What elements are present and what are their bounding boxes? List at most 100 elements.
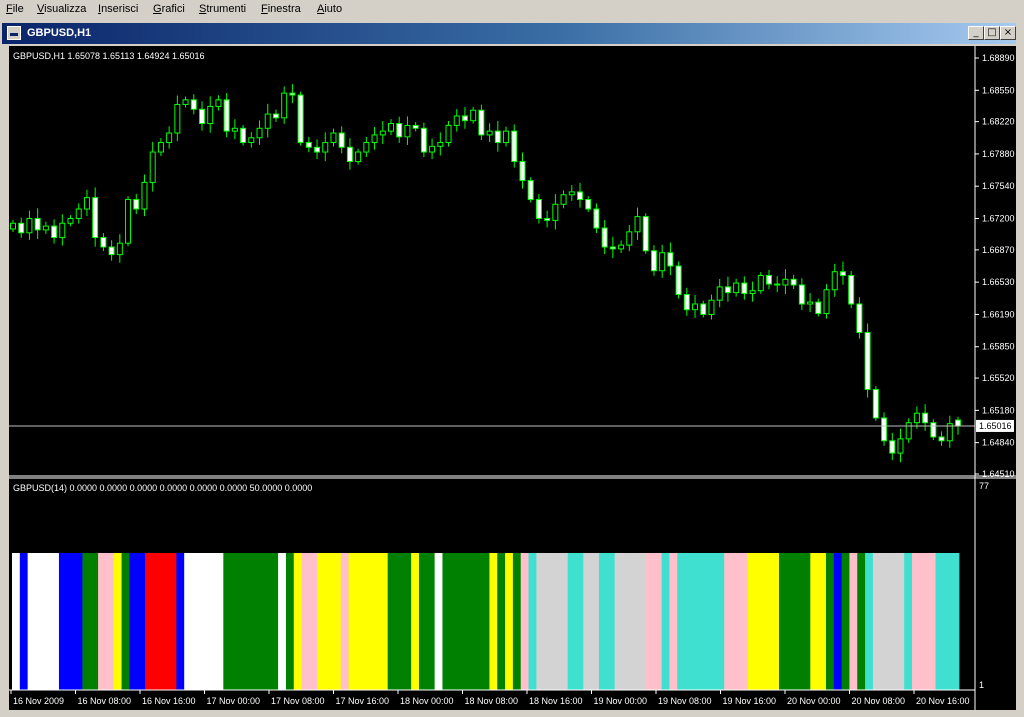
- x-tick-label: 20 Nov 00:00: [787, 696, 841, 706]
- indicator-bar: [215, 553, 224, 690]
- candle-body: [92, 197, 99, 239]
- menu-finestra[interactable]: Finestra: [261, 3, 301, 15]
- indicator-bar: [708, 553, 717, 690]
- candle-body: [922, 412, 929, 424]
- indicator-bar: [90, 553, 99, 690]
- indicator-bar: [739, 553, 749, 690]
- candle-body: [552, 203, 559, 221]
- x-tick-label: 19 Nov 00:00: [594, 696, 648, 706]
- x-tick-label: 19 Nov 08:00: [658, 696, 712, 706]
- indicator-bar: [677, 553, 686, 690]
- candle-body: [905, 422, 912, 440]
- x-tick-label: 16 Nov 16:00: [142, 696, 196, 706]
- candle-body: [149, 151, 156, 183]
- candle-body: [67, 218, 74, 224]
- indicator-bar: [145, 553, 154, 690]
- candle-body: [355, 151, 362, 163]
- x-tick-label: 18 Nov 08:00: [465, 696, 519, 706]
- minimize-button[interactable]: _: [968, 26, 984, 40]
- candle-body: [231, 127, 238, 132]
- indicator-bar: [27, 553, 36, 690]
- candle-body: [215, 99, 222, 107]
- candle-body: [790, 278, 797, 286]
- menu-strumenti[interactable]: Strumenti: [199, 3, 246, 15]
- window-title: GBPUSD,H1: [27, 27, 92, 39]
- y-tick-label: 1.68550: [982, 85, 1015, 95]
- indicator-bar: [207, 553, 216, 690]
- candle-body: [692, 303, 699, 311]
- indicator-bar: [325, 553, 334, 690]
- indicator-bar: [43, 553, 52, 690]
- candle-body: [157, 142, 164, 153]
- x-tick-label: 20 Nov 08:00: [852, 696, 906, 706]
- candle-body: [190, 99, 197, 110]
- candle-body: [519, 161, 526, 182]
- candle-body: [248, 137, 255, 144]
- indicator-bar: [35, 553, 44, 690]
- indicator-bar: [348, 553, 357, 690]
- indicator-bar: [528, 553, 537, 690]
- candle-body: [51, 225, 58, 239]
- candle-body: [930, 422, 937, 438]
- x-tick-label: 16 Nov 08:00: [78, 696, 132, 706]
- maximize-button[interactable]: □: [984, 26, 1000, 40]
- candle-body: [59, 222, 66, 239]
- menu-visualizza[interactable]: Visualizza: [37, 3, 86, 15]
- indicator-bar: [747, 553, 756, 690]
- candle-body: [724, 286, 731, 294]
- indicator-bar: [332, 553, 342, 690]
- candle-body: [823, 289, 830, 314]
- candle-body: [716, 286, 723, 301]
- candle-body: [108, 246, 115, 256]
- x-tick-label: 17 Nov 00:00: [207, 696, 261, 706]
- indicator-bar: [481, 553, 490, 690]
- indicator-bar: [176, 553, 185, 690]
- indicator-bar: [857, 553, 866, 690]
- candle-body: [864, 331, 871, 390]
- candle-body: [913, 412, 920, 424]
- indicator-bar: [372, 553, 381, 690]
- candle-body: [700, 303, 707, 315]
- close-button[interactable]: ×: [1000, 26, 1016, 40]
- indicator-bar: [552, 553, 561, 690]
- indicator-bar: [387, 553, 396, 690]
- indicator-bar: [912, 553, 921, 690]
- candle-body: [839, 271, 846, 276]
- candle-body: [338, 132, 345, 148]
- menu-aiuto[interactable]: Aiuto: [317, 3, 342, 15]
- candle-body: [675, 265, 682, 295]
- indicator-bar: [364, 553, 373, 690]
- candle-body: [634, 216, 641, 233]
- indicator-bar: [418, 553, 428, 690]
- indicator-bar: [356, 553, 365, 690]
- indicator-bar: [810, 553, 819, 690]
- y-tick-label: 1.68890: [982, 53, 1015, 63]
- indicator-bar: [262, 553, 271, 690]
- candle-body: [379, 130, 386, 136]
- candle-body: [757, 274, 764, 292]
- indicator-bar: [278, 553, 287, 690]
- indicator-bar: [841, 553, 850, 690]
- candle-body: [749, 290, 756, 295]
- x-tick-label: 17 Nov 08:00: [271, 696, 325, 706]
- indicator-bar: [403, 553, 412, 690]
- indicator-bar: [833, 553, 843, 690]
- candle-body: [955, 419, 961, 427]
- menu-grafici[interactable]: Grafici: [153, 3, 185, 15]
- chart-area[interactable]: 1.68890 1.68550 1.68220 1.67880 1.67540 1.672…: [9, 46, 1016, 710]
- menu-file[interactable]: File: [6, 3, 24, 15]
- y-tick-label: 1.68220: [982, 117, 1015, 127]
- chart-window-titlebar[interactable]: GBPUSD,H1 _ □ ×: [2, 23, 1016, 44]
- indicator-bar: [653, 553, 662, 690]
- candle-body: [494, 130, 501, 144]
- indicator-bar: [192, 553, 201, 690]
- chart-canvas[interactable]: 1.68890 1.68550 1.68220 1.67880 1.67540 1.672…: [9, 46, 1016, 710]
- y-tick-label: 1.67880: [982, 149, 1015, 159]
- candle-body: [897, 438, 904, 454]
- candle-body: [889, 440, 896, 454]
- menu-inserisci[interactable]: Inserisci: [98, 3, 138, 15]
- candle-body: [659, 252, 666, 272]
- indicator-bar: [598, 553, 608, 690]
- indicator-bar: [317, 553, 326, 690]
- indicator-bar: [238, 553, 248, 690]
